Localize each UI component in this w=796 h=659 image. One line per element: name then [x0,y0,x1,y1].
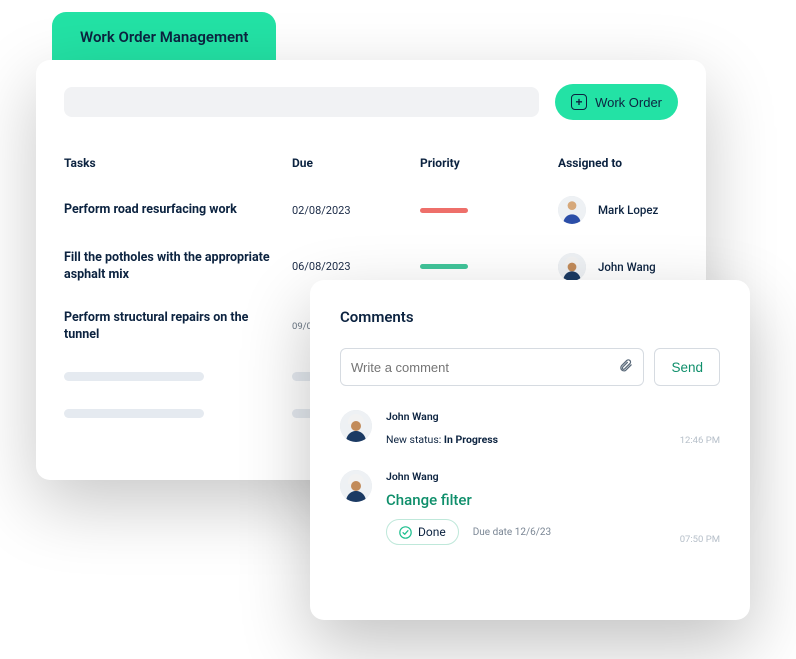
table-header: Tasks Due Priority Assigned to [64,156,678,170]
due-date: Due date 12/6/23 [473,527,551,538]
comments-card: Comments Send John Wang New status: In P… [310,280,750,620]
comment-author: John Wang [386,470,666,483]
send-button[interactable]: Send [654,348,720,386]
comment-item: John Wang New status: In Progress 12:46 … [340,410,720,446]
done-label: Done [418,525,446,539]
assignee-name: John Wang [598,260,656,274]
table-row[interactable]: Fill the potholes with the appropriate a… [64,250,678,284]
comment-input[interactable] [351,360,618,375]
plus-icon: + [571,94,587,110]
task-name: Perform structural repairs on the tunnel [64,310,284,344]
avatar [558,253,586,281]
priority-cell [420,264,550,269]
avatar [340,470,372,502]
status-value: In Progress [444,433,498,446]
comment-input-row: Send [340,348,720,386]
placeholder [64,409,204,418]
work-order-button-label: Work Order [595,95,662,110]
search-bar[interactable] [64,87,539,117]
table-row[interactable]: Perform road resurfacing work 02/08/2023… [64,196,678,224]
header-tab: Work Order Management [52,12,276,62]
assignee-cell: John Wang [558,253,678,281]
placeholder [64,372,204,381]
col-due: Due [292,156,412,170]
task-due: 02/08/2023 [292,204,412,217]
status-prefix: New status: [386,433,444,446]
paperclip-icon[interactable] [618,358,633,377]
task-due: 06/08/2023 [292,260,412,273]
comment-action-title: Change filter [386,491,666,509]
comment-body: John Wang New status: In Progress [386,410,666,446]
check-circle-icon [399,526,412,539]
new-work-order-button[interactable]: + Work Order [555,84,678,120]
comment-time: 12:46 PM [680,435,720,446]
comment-item: John Wang Change filter Done Due date 12… [340,470,720,545]
comments-title: Comments [340,308,720,326]
task-name: Fill the potholes with the appropriate a… [64,250,284,284]
priority-low-icon [420,264,468,269]
done-pill[interactable]: Done [386,519,459,545]
comment-body: John Wang Change filter Done Due date 12… [386,470,666,545]
priority-cell [420,208,550,213]
col-tasks: Tasks [64,156,284,170]
comment-author: John Wang [386,410,666,423]
col-priority: Priority [420,156,550,170]
comment-input-wrapper[interactable] [340,348,644,386]
comment-text: New status: In Progress [386,433,666,446]
toolbar: + Work Order [64,84,678,120]
comment-time: 07:50 PM [680,534,720,545]
priority-high-icon [420,208,468,213]
comment-action-row: Done Due date 12/6/23 [386,519,666,545]
avatar [558,196,586,224]
task-name: Perform road resurfacing work [64,202,284,219]
col-assigned: Assigned to [558,156,678,170]
assignee-name: Mark Lopez [598,203,658,217]
assignee-cell: Mark Lopez [558,196,678,224]
avatar [340,410,372,442]
header-title: Work Order Management [80,28,248,46]
